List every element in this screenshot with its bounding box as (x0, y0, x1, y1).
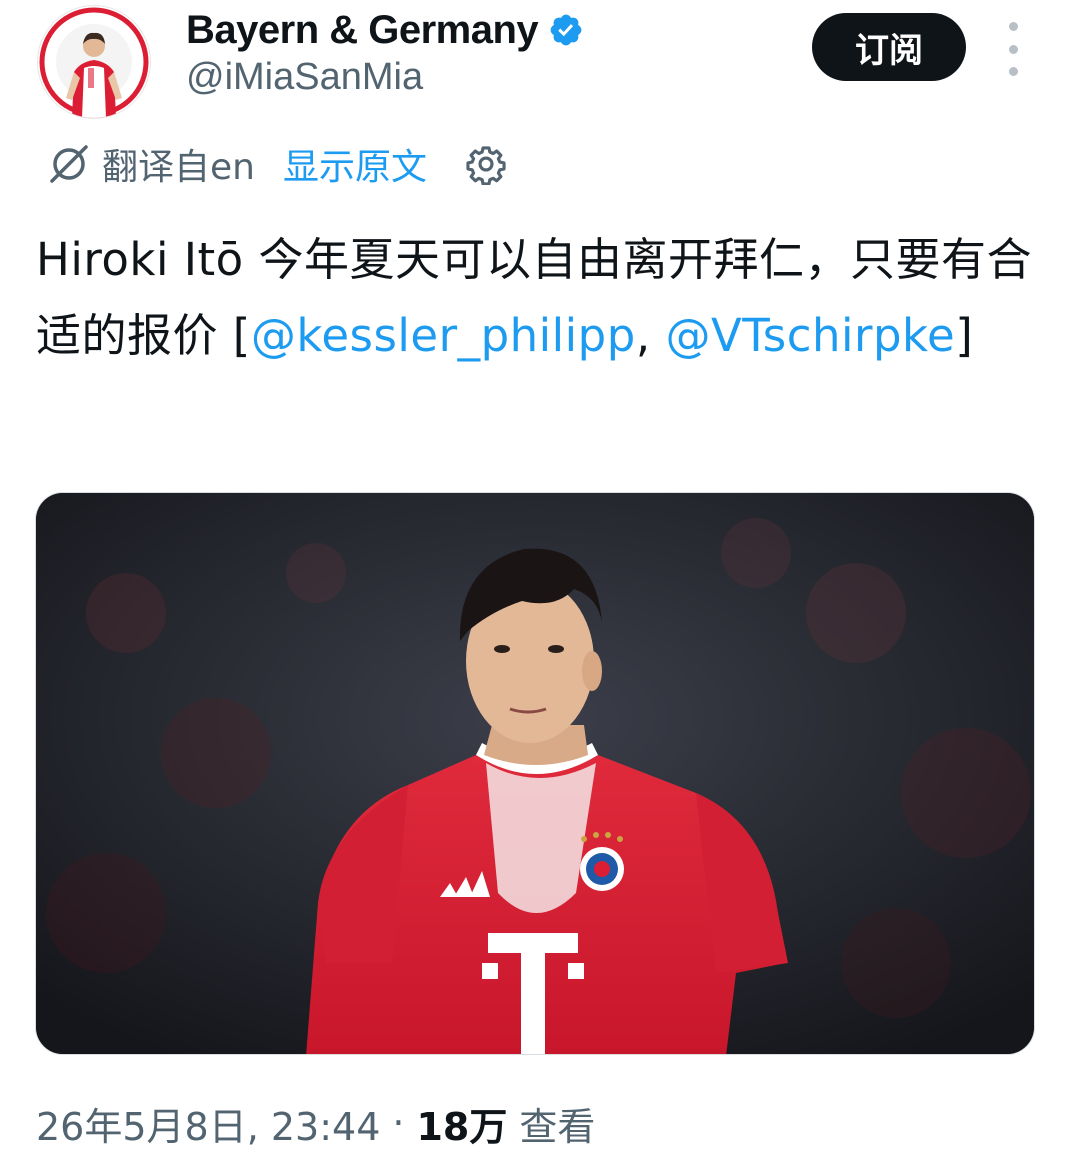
mention-link[interactable]: @kessler_philipp (251, 309, 636, 362)
views-label: 查看 (519, 1104, 596, 1149)
display-name-row[interactable]: Bayern & Germany (186, 6, 584, 54)
timestamp[interactable]: 26年5月8日, 23:44 (36, 1096, 380, 1151)
more-dot (1008, 44, 1018, 54)
gear-icon[interactable] (465, 143, 507, 185)
tweet-text-tail: ] (955, 309, 974, 362)
tweet-meta: 26年5月8日, 23:44 · 18万 查看 (36, 1096, 595, 1150)
mention-separator: , (635, 309, 666, 362)
meta-separator: · (392, 1101, 405, 1145)
tweet-photo[interactable] (35, 492, 1035, 1055)
avatar-image (38, 6, 150, 118)
more-dot (1008, 67, 1018, 76)
translation-label: 翻译自en (102, 147, 255, 188)
more-vertical-icon[interactable] (996, 22, 1030, 76)
display-name[interactable]: Bayern & Germany (186, 8, 539, 53)
show-original-link[interactable]: 显示原文 (283, 138, 427, 190)
verified-badge-icon (550, 14, 582, 46)
subscribe-button[interactable]: 订阅 (812, 13, 966, 81)
views-count: 18万 (416, 1104, 508, 1149)
mention-link[interactable]: @VTschirpke (665, 309, 955, 362)
translate-icon (50, 145, 88, 183)
tweet-text: Hiroki Itō 今年夏天可以自由离开拜仁，只要有合适的报价 [@kessl… (36, 222, 1036, 374)
more-dot (1008, 22, 1018, 31)
translation-bar: 翻译自en 显示原文 (46, 140, 507, 188)
avatar[interactable] (38, 6, 150, 118)
user-handle[interactable]: @iMiaSanMia (186, 56, 423, 99)
player-photo (36, 493, 1034, 1054)
